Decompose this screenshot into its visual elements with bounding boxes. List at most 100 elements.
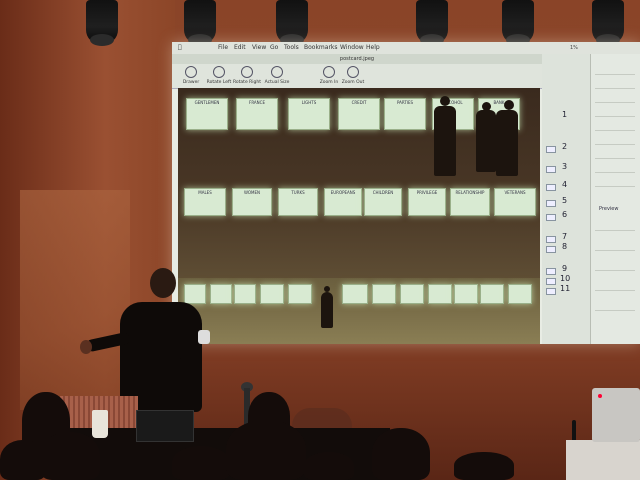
audience-member — [372, 428, 430, 480]
rotate-right-button[interactable]: Rotate Right — [230, 66, 264, 86]
audience-member — [454, 452, 514, 480]
sign-small — [260, 284, 284, 304]
page-number[interactable]: 5 — [562, 196, 567, 205]
sign-small — [372, 284, 396, 304]
sign: MALES — [184, 188, 226, 216]
drawer-icon — [185, 66, 197, 78]
sign: WOMEN — [232, 188, 272, 216]
menu-window[interactable]: Window — [340, 42, 364, 54]
page-thumbnail-icon[interactable] — [546, 288, 556, 295]
sign-small — [428, 284, 452, 304]
menu-bookmarks[interactable]: Bookmarks — [304, 42, 338, 54]
page-thumbnail-icon[interactable] — [546, 146, 556, 153]
page-number[interactable]: 9 — [562, 264, 567, 273]
person-silhouette — [321, 292, 333, 328]
page-number[interactable]: 2 — [562, 142, 567, 151]
zoom-out-icon — [347, 66, 359, 78]
sign: RELATIONSHIP — [450, 188, 490, 216]
sign-small — [342, 284, 368, 304]
window-title: postcard.jpeg — [172, 54, 542, 64]
sign: PRIVILEGE — [408, 188, 446, 216]
page-thumbnail-icon[interactable] — [546, 184, 556, 191]
menu-file[interactable]: File — [218, 42, 228, 54]
battery-status: 1% — [570, 45, 578, 51]
actual-size-icon — [271, 66, 283, 78]
lecture-room-scene:  File Edit View Go Tools Bookmarks Wind… — [0, 0, 640, 480]
menu-edit[interactable]: Edit — [234, 42, 246, 54]
person-silhouette — [476, 110, 496, 172]
sign: CHILDREN — [364, 188, 402, 216]
toolbar: Drawer Rotate Left Rotate Right Actual S… — [172, 64, 542, 89]
menu-view[interactable]: View — [252, 42, 266, 54]
page-thumbnail-sidebar: 1 2 3 4 5 6 7 8 9 10 11 — [542, 54, 590, 344]
sign: EUROPEANS — [324, 188, 362, 216]
sign-small — [400, 284, 424, 304]
inspector-pane: Preview — [590, 54, 640, 344]
page-number[interactable]: 10 — [560, 274, 570, 283]
sign-small — [210, 284, 232, 304]
audience-member — [40, 432, 100, 480]
wall-panel — [20, 190, 130, 410]
sign-small — [508, 284, 532, 304]
audience-member — [226, 420, 306, 480]
audience-member — [304, 452, 354, 480]
projector — [592, 388, 640, 442]
menu-bar:  File Edit View Go Tools Bookmarks Wind… — [172, 42, 640, 54]
page-number[interactable]: 1 — [562, 110, 567, 119]
apple-icon[interactable]:  — [178, 42, 182, 54]
rotate-left-label: Rotate Left — [206, 80, 232, 85]
laptop — [136, 410, 194, 442]
rotate-right-label: Rotate Right — [232, 80, 261, 85]
page-thumbnail-icon[interactable] — [546, 214, 556, 221]
zoom-out-label: Zoom Out — [341, 80, 365, 85]
sign: LIGHTS — [288, 98, 330, 130]
actual-size-button[interactable]: Actual Size — [260, 66, 294, 86]
sign: CREDIT — [338, 98, 380, 130]
page-thumbnail-icon[interactable] — [546, 166, 556, 173]
presenter-cuff — [198, 330, 210, 344]
page-thumbnail-icon[interactable] — [546, 246, 556, 253]
projector-table — [566, 440, 640, 480]
person-silhouette-head — [440, 96, 450, 106]
page-thumbnail-icon[interactable] — [546, 200, 556, 207]
page-number[interactable]: 7 — [562, 232, 567, 241]
sign: GENTLEMEN — [186, 98, 228, 130]
menu-tools[interactable]: Tools — [284, 42, 299, 54]
inspector-label: Preview — [599, 206, 619, 212]
person-silhouette-head — [504, 100, 514, 110]
presenter-head — [150, 268, 176, 298]
rotate-left-icon — [213, 66, 225, 78]
sign: FRANCE — [236, 98, 278, 130]
person-silhouette — [434, 106, 456, 176]
page-number[interactable]: 6 — [562, 210, 567, 219]
window-title-text: postcard.jpeg — [339, 56, 375, 62]
zoom-out-button[interactable]: Zoom Out — [336, 66, 370, 86]
sign: PARTIES — [384, 98, 426, 130]
sign-small — [454, 284, 478, 304]
page-thumbnail-icon[interactable] — [546, 268, 556, 275]
menu-go[interactable]: Go — [270, 42, 278, 54]
page-number[interactable]: 3 — [562, 162, 567, 171]
coffee-cup — [92, 410, 108, 438]
sign: TURKS — [278, 188, 318, 216]
page-number[interactable]: 8 — [562, 242, 567, 251]
displayed-photo: GENTLEMEN FRANCE LIGHTS CREDIT PARTIES A… — [178, 88, 540, 344]
menu-help[interactable]: Help — [366, 42, 380, 54]
sign: VETERANS — [494, 188, 536, 216]
stage-light — [82, 0, 122, 50]
projector-led — [598, 394, 602, 398]
rotate-right-icon — [241, 66, 253, 78]
drawer-label: Drawer — [182, 80, 200, 85]
page-number[interactable]: 11 — [560, 284, 570, 293]
sign-small — [288, 284, 312, 304]
presenter-hand — [80, 340, 92, 354]
sign-small — [184, 284, 206, 304]
page-thumbnail-icon[interactable] — [546, 278, 556, 285]
person-silhouette — [496, 110, 518, 176]
page-number[interactable]: 4 — [562, 180, 567, 189]
zoom-in-icon — [323, 66, 335, 78]
sign-small — [234, 284, 256, 304]
projection-screen:  File Edit View Go Tools Bookmarks Wind… — [172, 42, 640, 344]
audience-member — [172, 446, 230, 480]
page-thumbnail-icon[interactable] — [546, 236, 556, 243]
